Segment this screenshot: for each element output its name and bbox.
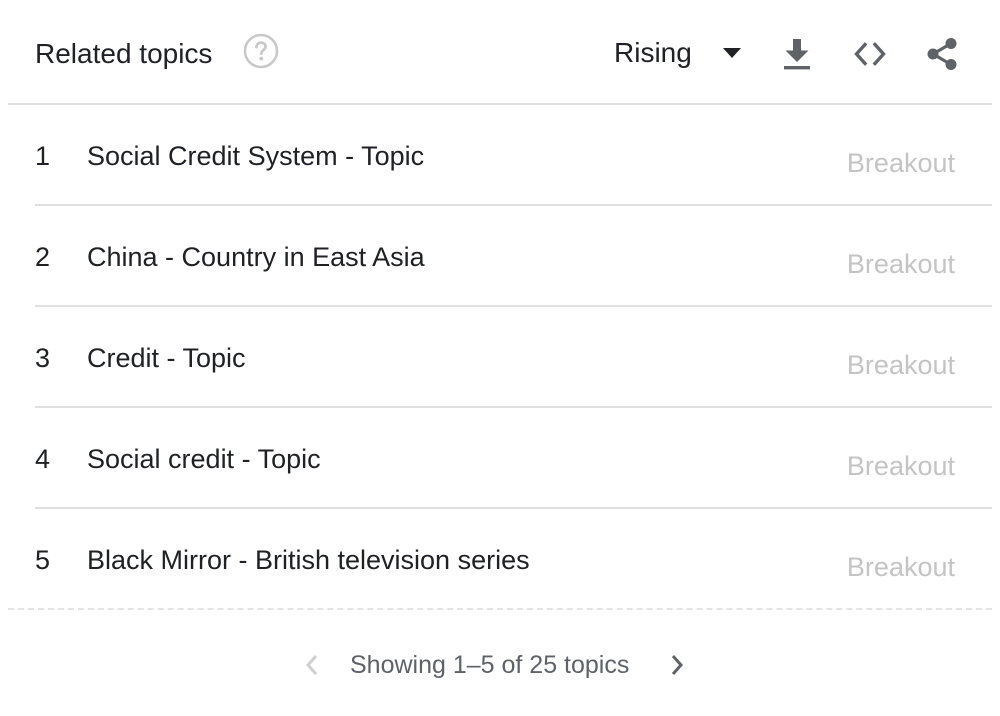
- topic-rank: 3: [35, 343, 51, 373]
- topic-rank: 4: [35, 444, 51, 474]
- topic-value: Breakout: [846, 249, 955, 279]
- topic-value: Breakout: [846, 350, 955, 380]
- caret-down-icon: [722, 48, 741, 58]
- topics-list: 1 Social Credit System - Topic Breakout …: [0, 105, 1000, 610]
- chevron-left-icon: [305, 655, 318, 675]
- widget-title: Related topics: [35, 38, 213, 69]
- topic-name[interactable]: Social credit - Topic: [87, 441, 321, 477]
- download-icon[interactable]: [779, 36, 815, 72]
- topic-name[interactable]: Black Mirror - British television series: [87, 542, 530, 578]
- topic-row[interactable]: 5 Black Mirror - British television seri…: [0, 509, 1000, 610]
- pagination-status: Showing 1–5 of 25 topics: [350, 651, 630, 679]
- share-icon[interactable]: [924, 36, 960, 72]
- topic-value: Breakout: [846, 552, 955, 582]
- mode-dropdown-label: Rising: [614, 37, 692, 68]
- topic-name[interactable]: China - Country in East Asia: [87, 239, 425, 275]
- code-icon[interactable]: [852, 36, 888, 72]
- topic-rank: 1: [35, 141, 51, 171]
- topic-rank: 5: [35, 545, 51, 575]
- topic-row[interactable]: 3 Credit - Topic Breakout: [0, 307, 1000, 408]
- topic-row[interactable]: 4 Social credit - Topic Breakout: [0, 408, 1000, 509]
- row-divider: [8, 608, 992, 610]
- topic-value: Breakout: [846, 148, 955, 178]
- related-topics-widget: Related topics Rising 1 Social Credit Sy…: [0, 0, 1000, 716]
- pagination: Showing 1–5 of 25 topics: [0, 640, 1000, 688]
- mode-dropdown[interactable]: Rising: [614, 33, 742, 73]
- help-circle-icon[interactable]: [243, 33, 279, 69]
- topic-name[interactable]: Social Credit System - Topic: [87, 138, 424, 174]
- topic-row[interactable]: 2 China - Country in East Asia Breakout: [0, 206, 1000, 307]
- topic-rank: 2: [35, 242, 51, 272]
- topic-row[interactable]: 1 Social Credit System - Topic Breakout: [0, 105, 1000, 206]
- chevron-right-icon[interactable]: [665, 650, 689, 680]
- widget-header: Related topics Rising: [0, 0, 1000, 104]
- topic-value: Breakout: [846, 451, 955, 481]
- topic-name[interactable]: Credit - Topic: [87, 340, 246, 376]
